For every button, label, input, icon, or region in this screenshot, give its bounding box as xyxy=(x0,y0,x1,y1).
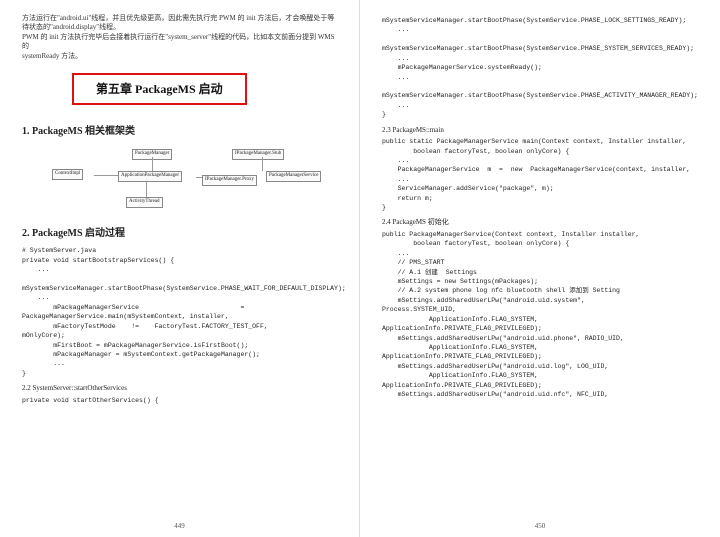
code-block-main: public static PackageManagerService main… xyxy=(382,137,698,212)
intro-line: PWM 的 init 方法执行完毕后会接着执行运行在"system_server… xyxy=(22,33,337,52)
diagram-box: ApplicationPackageManager xyxy=(118,171,182,182)
code-block-startboot: # SystemServer.java private void startBo… xyxy=(22,246,337,378)
chapter-title-box: 第五章 PackageMS 启动 xyxy=(72,73,247,105)
diagram-box: ActivityThread xyxy=(126,197,163,208)
page-number-left: 449 xyxy=(0,522,359,531)
diagram-line xyxy=(94,175,118,176)
code-block-startother: private void startOtherServices() { xyxy=(22,396,337,405)
diagram-box: PackageManagerService xyxy=(266,171,321,182)
page-number-right: 450 xyxy=(360,522,720,531)
intro-line: systemReady 方法。 xyxy=(22,52,337,61)
code-block-bootphase: mSystemServiceManager.startBootPhase(Sys… xyxy=(382,16,698,120)
diagram-box: IPackageManager.Stub xyxy=(232,149,284,160)
subsection-2-2: 2.2 SystemServer::startOtherServices xyxy=(22,384,337,393)
page-left: 方法运行在"android.ui"线程，并且优先级更高，因此需先执行完 PWM … xyxy=(0,0,360,537)
diagram-box: ContextImpl xyxy=(52,169,83,180)
section-2-heading: 2. PackageMS 启动过程 xyxy=(22,227,337,241)
diagram-line xyxy=(152,157,153,171)
subsection-2-3: 2.3 PackageMS::main xyxy=(382,126,698,135)
diagram-line xyxy=(262,157,263,171)
diagram-line xyxy=(196,177,202,178)
diagram-line xyxy=(146,181,147,197)
diagram-box: IPackageManager.Proxy xyxy=(202,175,257,186)
section-1-heading: 1. PackageMS 相关框架类 xyxy=(22,125,337,139)
code-block-init: public PackageManagerService(Context con… xyxy=(382,230,698,400)
intro-line: 方法运行在"android.ui"线程，并且优先级更高，因此需先执行完 PWM … xyxy=(22,14,337,33)
page-right: mSystemServiceManager.startBootPhase(Sys… xyxy=(360,0,720,537)
intro-block: 方法运行在"android.ui"线程，并且优先级更高，因此需先执行完 PWM … xyxy=(22,14,337,61)
subsection-2-4: 2.4 PackageMS 初始化 xyxy=(382,218,698,227)
chapter-title: 第五章 PackageMS 启动 xyxy=(96,82,223,96)
page-spread: 方法运行在"android.ui"线程，并且优先级更高，因此需先执行完 PWM … xyxy=(0,0,720,537)
class-diagram: ContextImpl PackageManager IPackageManag… xyxy=(52,145,312,217)
